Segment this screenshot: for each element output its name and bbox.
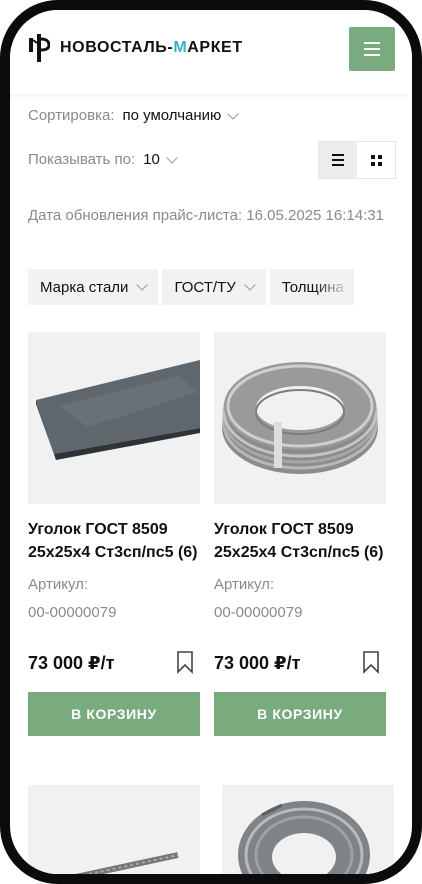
filter-steel-grade[interactable]: Марка стали (28, 269, 159, 305)
sku-value: 00-00000079 (214, 604, 303, 621)
product-image[interactable] (214, 332, 386, 504)
price-row: 73 000 ₽/т (28, 650, 200, 676)
logo-text: НОВОСТАЛЬ-МАРКЕТ (60, 39, 243, 56)
filter-bar: Марка стали ГОСТ/ТУ Толщина (28, 269, 354, 305)
price-row: 73 000 ₽/т (214, 650, 386, 676)
sort-control[interactable]: Сортировка: по умолчанию (28, 107, 239, 124)
sort-label: Сортировка: (28, 107, 115, 124)
chevron-down-icon (227, 107, 239, 120)
filter-thickness[interactable]: Толщина (269, 269, 354, 305)
product-image[interactable] (28, 785, 200, 874)
bookmark-icon[interactable] (176, 650, 194, 674)
product-price: 73 000 ₽/т (214, 653, 301, 673)
product-price: 73 000 ₽/т (28, 653, 115, 673)
device-frame: НОВОСТАЛЬ-МАРКЕТ Сортировка: по умолчани… (0, 0, 422, 884)
bookmark-icon[interactable] (362, 650, 380, 674)
sku-value: 00-00000079 (28, 604, 117, 621)
hamburger-icon (364, 42, 380, 44)
screen: НОВОСТАЛЬ-МАРКЕТ Сортировка: по умолчани… (10, 10, 412, 874)
product-name[interactable]: Уголок ГОСТ 8509 25х25х4 Ст3сп/пс5 (6) (214, 518, 386, 564)
chevron-down-icon (244, 279, 256, 291)
site-header: НОВОСТАЛЬ-МАРКЕТ (10, 10, 412, 94)
steel-sheet-image (28, 332, 200, 504)
filter-gost[interactable]: ГОСТ/ТУ (162, 269, 266, 305)
rebar-image (28, 785, 200, 874)
sort-value[interactable]: по умолчанию (123, 107, 222, 124)
per-page-control[interactable]: Показывать по: 10 (28, 151, 178, 168)
view-toggle (318, 141, 396, 179)
per-page-label: Показывать по: (28, 151, 136, 168)
sku-label: Артикул: (214, 576, 275, 593)
list-view-icon (332, 154, 344, 166)
grid-view-icon (370, 154, 382, 166)
product-name[interactable]: Уголок ГОСТ 8509 25х25х4 Ст3сп/пс5 (6) (28, 518, 200, 564)
chevron-down-icon (136, 279, 149, 291)
product-image[interactable] (28, 332, 200, 504)
grid-view-button[interactable] (357, 142, 395, 178)
product-card[interactable]: Уголок ГОСТ 8509 25х25х4 Ст3сп/пс5 (6) А… (214, 332, 386, 736)
add-to-cart-button[interactable]: В КОРЗИНУ (214, 692, 386, 736)
menu-button[interactable] (349, 27, 395, 71)
product-card[interactable]: Уголок ГОСТ 8509 25х25х4 Ст3сп/пс5 (6) А… (28, 332, 200, 736)
price-list-update-date: Дата обновления прайс-листа: 16.05.2025 … (28, 207, 384, 224)
chevron-down-icon (166, 151, 178, 164)
per-page-value[interactable]: 10 (143, 151, 160, 168)
logo[interactable]: НОВОСТАЛЬ-МАРКЕТ (28, 34, 243, 62)
sku-label: Артикул: (28, 576, 89, 593)
list-view-button[interactable] (319, 142, 357, 178)
wire-bundle-image (222, 785, 394, 874)
logo-mark-icon (29, 34, 50, 62)
add-to-cart-button[interactable]: В КОРЗИНУ (28, 692, 200, 736)
wire-coil-image (214, 332, 386, 504)
product-image[interactable] (222, 785, 394, 874)
